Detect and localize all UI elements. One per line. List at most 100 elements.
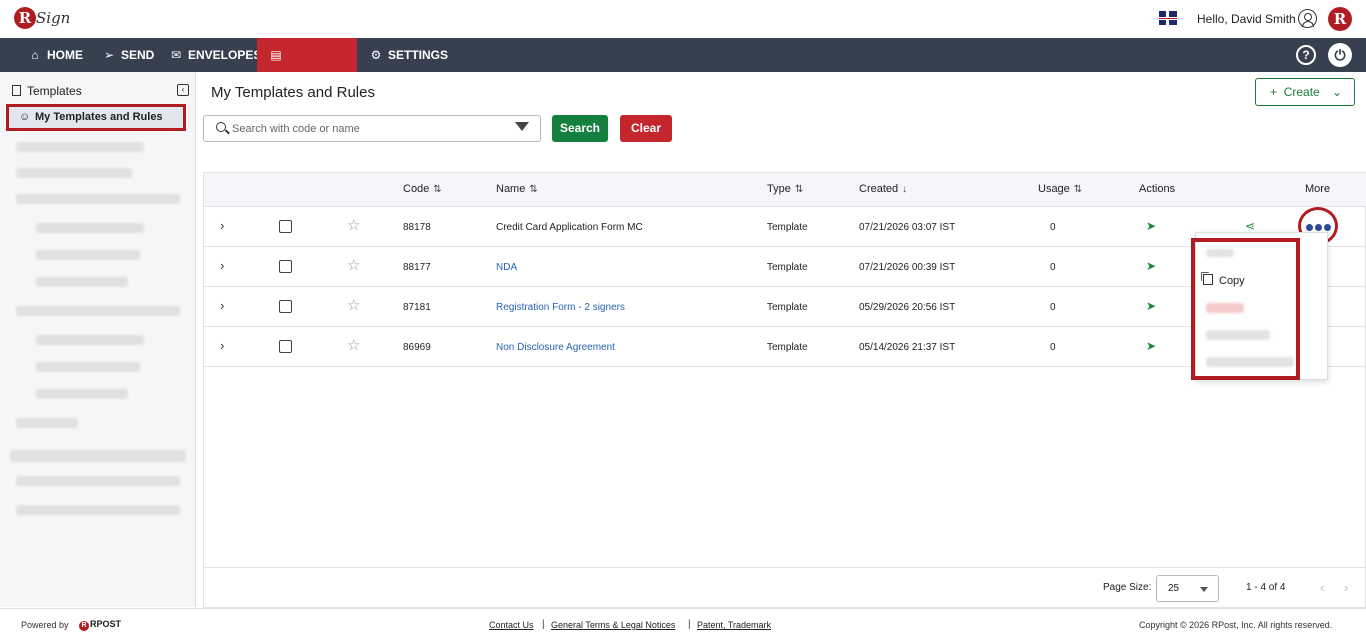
dropdown-arrow-icon — [1200, 587, 1208, 592]
expand-row-icon[interactable]: › — [220, 298, 224, 313]
row-checkbox[interactable] — [279, 340, 292, 353]
blurred-sidebar-item[interactable] — [16, 142, 144, 152]
create-button-label: Create — [1283, 85, 1320, 99]
nav-send[interactable]: ➢ SEND — [90, 38, 166, 72]
cell-code: 88178 — [403, 222, 431, 233]
blurred-sidebar-item[interactable] — [36, 362, 140, 372]
user-greeting: Hello, David Smith — [1197, 12, 1296, 26]
row-checkbox[interactable] — [279, 300, 292, 313]
favorite-star-icon[interactable]: ☆ — [347, 216, 360, 234]
templates-icon: ▤ — [270, 48, 282, 62]
column-created-label: Created — [859, 183, 899, 195]
create-button[interactable]: + Create ⌄ — [1255, 78, 1355, 106]
column-created[interactable]: Created ↓ — [859, 183, 907, 195]
column-usage[interactable]: Usage ⇅ — [1038, 183, 1082, 195]
favorite-star-icon[interactable]: ☆ — [347, 296, 360, 314]
share-icon[interactable]: ⋖ — [1245, 219, 1255, 233]
nav-send-label: SEND — [121, 48, 155, 62]
cell-created: 05/29/2026 20:56 IST — [859, 302, 956, 313]
favorite-star-icon[interactable]: ☆ — [347, 336, 360, 354]
cell-usage: 0 — [1050, 302, 1056, 313]
collapse-sidebar-icon[interactable]: ‹ — [177, 84, 189, 96]
send-action-icon[interactable]: ➤ — [1146, 339, 1156, 353]
sort-icon: ⇅ — [794, 184, 804, 195]
sort-icon: ⇅ — [529, 184, 538, 195]
send-icon: ➢ — [103, 48, 115, 62]
blurred-sidebar-item[interactable] — [16, 418, 78, 428]
sidebar-item-label: My Templates and Rules — [35, 111, 163, 123]
uk-flag-icon[interactable] — [1159, 11, 1177, 25]
cell-created: 07/21/2026 00:39 IST — [859, 262, 956, 273]
nav-settings[interactable]: ⚙ SETTINGS — [357, 38, 460, 72]
row-checkbox[interactable] — [279, 260, 292, 273]
cell-name-link[interactable]: Registration Form - 2 signers — [496, 302, 625, 313]
blurred-sidebar-item[interactable] — [36, 223, 144, 233]
sort-icon: ⇅ — [433, 184, 442, 195]
nav-home-label: HOME — [47, 48, 83, 62]
favorite-star-icon[interactable]: ☆ — [347, 256, 360, 274]
copyright-text: Copyright © 2026 RPost, Inc. All rights … — [1139, 620, 1333, 630]
power-icon[interactable]: ⏻ — [1328, 43, 1352, 67]
page-size-select[interactable]: 25 — [1156, 575, 1219, 602]
page-title: My Templates and Rules — [211, 84, 375, 101]
document-icon — [12, 85, 21, 96]
page-range: 1 - 4 of 4 — [1246, 582, 1286, 593]
nav-home[interactable]: ⌂ HOME — [16, 38, 95, 72]
main-nav: ⌂ HOME ➢ SEND ✉ ENVELOPES ▤TEMPLATES ⚙ SETTI… — [0, 38, 1366, 96]
gear-icon: ⚙ — [370, 48, 382, 62]
nav-envelopes[interactable]: ✉ ENVELOPES — [157, 38, 273, 72]
blurred-sidebar-item[interactable] — [16, 476, 180, 486]
cell-name-link[interactable]: NDA — [496, 262, 517, 273]
column-actions: Actions — [1139, 183, 1176, 195]
cell-code: 87181 — [403, 302, 431, 313]
cell-type: Template — [767, 342, 808, 353]
cell-usage: 0 — [1050, 222, 1056, 233]
column-name[interactable]: Name ⇅ — [496, 183, 538, 195]
sidebar-item-my-templates[interactable]: ☺ My Templates and Rules — [6, 104, 186, 131]
blurred-sidebar-item[interactable] — [36, 335, 144, 345]
nav-templates[interactable]: ▤TEMPLATES — [257, 38, 357, 96]
rsign-logo[interactable]: R Sign — [14, 6, 70, 34]
blurred-sidebar-item[interactable] — [16, 194, 180, 204]
patent-link[interactable]: Patent, Trademark — [697, 620, 771, 630]
send-action-icon[interactable]: ➤ — [1146, 219, 1156, 233]
column-code-label: Code — [403, 183, 430, 195]
row-checkbox[interactable] — [279, 220, 292, 233]
rpost-logo: R RPOST — [79, 619, 121, 631]
rpost-logo-text: RPOST — [90, 619, 122, 629]
blurred-sidebar-item[interactable] — [16, 306, 180, 316]
cell-name-link[interactable]: Non Disclosure Agreement — [496, 342, 615, 353]
clear-button[interactable]: Clear — [620, 115, 672, 142]
page-size-label: Page Size: — [1103, 582, 1152, 593]
footer-separator: | — [688, 619, 691, 630]
search-button[interactable]: Search — [552, 115, 608, 142]
expand-row-icon[interactable]: › — [220, 258, 224, 273]
column-type[interactable]: Type ⇅ — [767, 183, 803, 195]
contact-us-link[interactable]: Contact Us — [489, 620, 534, 630]
blurred-sidebar-item[interactable] — [36, 389, 128, 399]
help-icon[interactable]: ? — [1296, 45, 1316, 65]
search-icon — [216, 122, 226, 132]
send-action-icon[interactable]: ➤ — [1146, 259, 1156, 273]
filter-icon[interactable] — [515, 122, 529, 131]
send-action-icon[interactable]: ➤ — [1146, 299, 1156, 313]
user-profile-icon[interactable] — [1298, 9, 1317, 28]
sort-desc-icon: ↓ — [902, 184, 908, 195]
nav-envelopes-label: ENVELOPES — [188, 48, 262, 62]
expand-row-icon[interactable]: › — [220, 218, 224, 233]
terms-link[interactable]: General Terms & Legal Notices — [551, 620, 675, 630]
prev-page-icon[interactable]: ‹ — [1320, 580, 1324, 595]
nav-settings-label: SETTINGS — [388, 48, 449, 62]
blurred-sidebar-item[interactable] — [16, 505, 180, 515]
search-input[interactable] — [232, 120, 502, 138]
expand-row-icon[interactable]: › — [220, 338, 224, 353]
next-page-icon[interactable]: › — [1344, 580, 1348, 595]
blurred-sidebar-item[interactable] — [36, 250, 140, 260]
chevron-down-icon: ⌄ — [1331, 85, 1342, 99]
blurred-sidebar-item[interactable] — [36, 277, 128, 287]
column-code[interactable]: Code ⇅ — [403, 183, 442, 195]
blurred-sidebar-item[interactable] — [16, 168, 132, 178]
cell-created: 05/14/2026 21:37 IST — [859, 342, 956, 353]
sidebar-title: Templates — [12, 84, 82, 98]
sidebar: Templates ‹ ☺ My Templates and Rules — [0, 72, 196, 607]
